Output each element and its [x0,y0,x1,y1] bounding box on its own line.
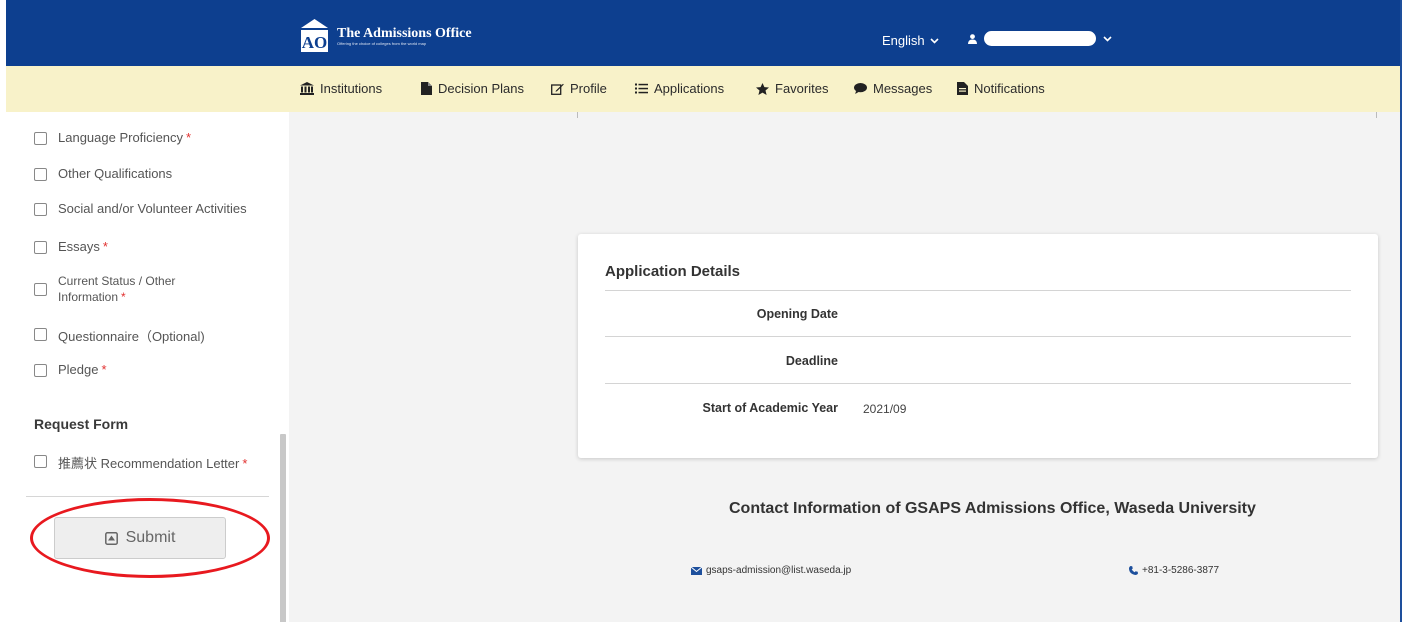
checklist-item-essays[interactable]: Essays * [34,239,108,254]
list-icon [635,83,648,94]
checklist-item-recommendation-letter[interactable]: 推薦状 Recommendation Letter * [34,453,247,472]
required-marker: * [101,362,107,377]
submit-button-label: Submit [125,529,176,546]
site-logo[interactable]: AO The Admissions Office Offering the ch… [300,19,472,53]
chat-icon [854,83,867,94]
divider [577,112,578,118]
required-marker: * [102,239,108,254]
logo-title: The Admissions Office [337,26,472,41]
checklist-item-label-line2: Information [58,290,119,304]
checkbox[interactable] [34,132,47,145]
opening-date-label: Opening Date [756,307,838,321]
chevron-down-icon [1103,35,1112,42]
nav-applications-label: Applications [654,81,725,96]
user-icon [968,33,977,44]
nav-messages[interactable]: Messages [854,81,932,96]
start-of-academic-year-label: Start of Academic Year [702,401,838,415]
nav-decision-plans-label: Decision Plans [438,81,524,96]
application-checklist-sidebar: Language Proficiency * Other Qualificatio… [6,112,289,622]
svg-text:AO: AO [302,33,328,52]
nav-messages-label: Messages [873,81,933,96]
edit-icon [551,83,564,95]
logo-emblem-icon: AO [300,19,329,53]
divider [605,336,1351,337]
required-marker: * [186,130,192,145]
nav-favorites[interactable]: Favorites [756,81,828,96]
checklist-item-social-activities[interactable]: Social and/or Volunteer Activities [34,201,250,216]
deadline-label: Deadline [785,354,838,368]
language-label: English [882,33,925,48]
contact-email: gsaps-admission@list.waseda.jp [706,565,852,576]
phone-icon [1129,566,1138,575]
checkbox[interactable] [34,364,47,377]
checklist-item-label: 推薦状 Recommendation Letter [58,456,240,471]
checklist-item-other-qualifications[interactable]: Other Qualifications [34,166,175,181]
logo-tagline: Offering the choice of colleges from the… [337,41,427,46]
top-bar: AO The Admissions Office Offering the ch… [6,0,1400,66]
checkbox[interactable] [34,328,47,341]
checkbox[interactable] [34,282,47,296]
nav-institutions[interactable]: Institutions [300,81,382,96]
checklist-item-label: Social and/or Volunteer Activities [58,201,247,216]
sidebar-divider [26,496,269,497]
required-marker: * [121,290,126,304]
nav-profile[interactable]: Profile [551,81,607,96]
checkbox[interactable] [34,241,47,254]
checkbox[interactable] [34,455,47,468]
nav-favorites-label: Favorites [775,81,829,96]
start-of-academic-year-value: 2021/09 [863,402,907,416]
star-icon [756,82,769,95]
checklist-item-label: Language Proficiency [58,130,184,145]
app-frame: AO The Admissions Office Offering the ch… [6,0,1402,622]
redacted-username [984,31,1096,46]
language-selector[interactable]: English [882,33,939,48]
contact-title: Contact Information of GSAPS Admissions … [729,500,1256,517]
request-form-heading: Request Form [34,416,129,432]
document-icon [421,82,432,95]
envelope-icon [691,566,702,575]
checklist-item-current-status[interactable]: Current Status / Other Information * [34,273,175,305]
nav-bar: Institutions Decision Plans Profile Appl… [6,66,1400,112]
contact-phone-link[interactable]: +81-3-5286-3877 [1129,565,1219,576]
nav-applications[interactable]: Applications [635,81,724,96]
checklist-item-pledge[interactable]: Pledge * [34,362,107,377]
main-content: Application Details Opening Date Deadlin… [289,112,1400,622]
submit-button[interactable]: Submit [54,517,226,559]
application-details-card: Application Details Opening Date Deadlin… [578,234,1378,458]
nav-institutions-label: Institutions [320,81,383,96]
checklist-item-label-line1: Current Status / Other [58,274,176,288]
contact-email-link[interactable]: gsaps-admission@list.waseda.jp [691,565,851,576]
required-marker: * [242,456,248,471]
upload-box-icon [104,531,118,545]
notification-icon [957,82,968,95]
nav-profile-label: Profile [570,81,607,96]
user-menu[interactable] [968,31,1112,46]
chevron-down-icon [930,37,939,44]
sidebar-scrollbar-thumb[interactable] [280,434,286,622]
institution-icon [300,82,314,95]
checkbox[interactable] [34,168,47,181]
checklist-item-label: Questionnaire（Optional) [58,329,205,344]
contact-phone: +81-3-5286-3877 [1142,565,1220,576]
checklist-item-label: Other Qualifications [58,166,173,181]
divider [1376,112,1377,118]
checklist-item-label: Essays [58,239,100,254]
nav-decision-plans[interactable]: Decision Plans [421,81,524,96]
checkbox[interactable] [34,203,47,216]
nav-notifications-label: Notifications [974,81,1045,96]
divider [605,290,1351,291]
divider [605,383,1351,384]
checklist-item-questionnaire[interactable]: Questionnaire（Optional) [34,326,208,345]
application-details-title: Application Details [605,263,741,280]
checklist-item-label: Pledge [58,362,99,377]
nav-notifications[interactable]: Notifications [957,81,1045,96]
checklist-item-language-proficiency[interactable]: Language Proficiency * [34,130,191,145]
